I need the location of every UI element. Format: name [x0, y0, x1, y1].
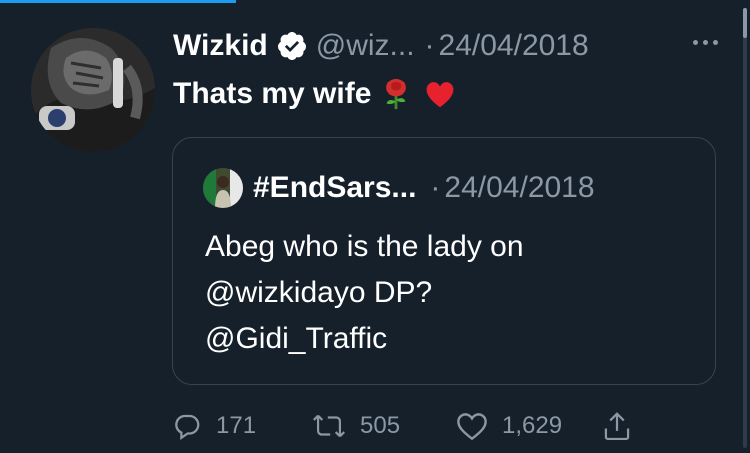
- reply-button[interactable]: 171: [172, 403, 256, 449]
- quoted-author-name[interactable]: #EndSars...: [253, 171, 416, 205]
- author-avatar[interactable]: [31, 28, 155, 152]
- reply-icon: [175, 414, 200, 441]
- tweet-header: Wizkid @wiz... · 24/04/2018: [173, 26, 718, 66]
- quoted-text-line: Abeg who is the lady on: [205, 230, 524, 263]
- quoted-text-line: @Gidi_Traffic: [205, 322, 388, 355]
- retweet-button[interactable]: 505: [312, 403, 400, 449]
- quoted-header-separator: ·: [430, 171, 441, 204]
- red-heart-emoji: [426, 82, 454, 108]
- quoted-tweet-text: Abeg who is the lady on @wizkidayo DP? @…: [205, 224, 695, 362]
- quoted-tweet-header: #EndSars... · 24/04/2018: [253, 167, 595, 209]
- quoted-text-line: @wizkidayo DP?: [205, 276, 433, 309]
- scrollbar[interactable]: [743, 8, 747, 448]
- scrollbar-thumb[interactable]: [743, 8, 747, 38]
- tweet-actions: 171 505 1,629: [172, 403, 652, 449]
- quoted-tweet-timestamp[interactable]: 24/04/2018: [444, 171, 594, 205]
- tweet-text: Thats my wife: [173, 73, 457, 115]
- verified-badge-icon: [277, 32, 306, 60]
- author-handle[interactable]: @wiz...: [316, 29, 415, 63]
- quoted-author-avatar[interactable]: [203, 168, 243, 208]
- like-icon: [457, 413, 487, 441]
- like-count: 1,629: [502, 412, 563, 439]
- tweet-timestamp[interactable]: 24/04/2018: [439, 29, 589, 63]
- header-separator: ·: [424, 29, 435, 62]
- more-icon[interactable]: [693, 40, 718, 45]
- reply-count: 171: [216, 412, 257, 439]
- retweet-count: 505: [360, 412, 401, 439]
- quoted-avatar-image: [203, 168, 243, 208]
- avatar-image: [31, 28, 155, 152]
- rose-emoji: [386, 78, 407, 110]
- author-name[interactable]: Wizkid: [173, 29, 268, 63]
- share-button[interactable]: [602, 403, 632, 449]
- retweet-icon: [313, 414, 345, 438]
- quoted-tweet[interactable]: #EndSars... · 24/04/2018 Abeg who is the…: [172, 137, 716, 385]
- tweet-text-content: Thats my wife: [173, 77, 372, 110]
- top-accent-bar: [0, 0, 236, 3]
- like-button[interactable]: 1,629: [456, 403, 562, 449]
- share-icon: [604, 412, 630, 441]
